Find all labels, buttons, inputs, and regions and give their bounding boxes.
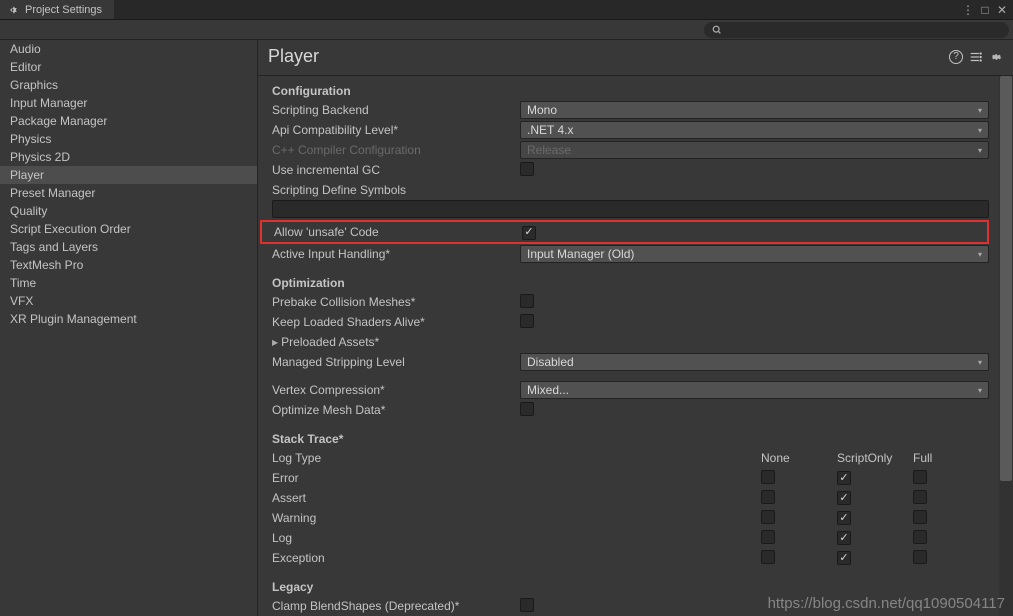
clamp-blendshapes-label: Clamp BlendShapes (Deprecated)* [272,599,520,613]
help-icon[interactable]: ? [949,50,963,64]
incremental-gc-label: Use incremental GC [272,163,520,177]
stack-none-checkbox[interactable] [761,530,775,544]
triangle-right-icon: ▶ [272,338,278,347]
stack-full-checkbox[interactable] [913,530,927,544]
allow-unsafe-checkbox[interactable] [522,226,536,240]
section-optimization: Optimization [260,272,989,292]
gear-icon[interactable] [989,50,1003,64]
chevron-down-icon: ▾ [978,146,982,155]
col-scriptonly: ScriptOnly [837,451,913,465]
vertex-comp-label: Vertex Compression* [272,383,520,397]
vertex-comp-dropdown[interactable]: Mixed...▾ [520,381,989,399]
stack-full-checkbox[interactable] [913,470,927,484]
chevron-down-icon: ▾ [978,126,982,135]
clamp-blendshapes-checkbox[interactable] [520,598,534,612]
preloaded-assets-foldout[interactable]: ▶Preloaded Assets* [272,335,520,349]
sidebar-item-vfx[interactable]: VFX [0,292,257,310]
sidebar-item-physics[interactable]: Physics [0,130,257,148]
scripting-backend-dropdown[interactable]: Mono▾ [520,101,989,119]
window-maximize-icon[interactable]: □ [978,3,992,17]
stack-row: Exception [260,548,989,568]
keep-shaders-label: Keep Loaded Shaders Alive* [272,315,520,329]
col-full: Full [913,451,989,465]
sidebar-item-input-manager[interactable]: Input Manager [0,94,257,112]
sidebar-item-package-manager[interactable]: Package Manager [0,112,257,130]
stack-full-checkbox[interactable] [913,550,927,564]
stack-none-checkbox[interactable] [761,490,775,504]
sidebar-item-script-execution[interactable]: Script Execution Order [0,220,257,238]
api-compat-dropdown[interactable]: .NET 4.x▾ [520,121,989,139]
preset-icon[interactable] [969,50,983,64]
sidebar-item-tags-layers[interactable]: Tags and Layers [0,238,257,256]
stack-scriptonly-checkbox[interactable] [837,551,851,565]
stack-scriptonly-checkbox[interactable] [837,511,851,525]
stack-row: Log [260,528,989,548]
sidebar-item-quality[interactable]: Quality [0,202,257,220]
stack-row-label: Log [272,531,761,545]
stack-scriptonly-checkbox[interactable] [837,491,851,505]
cpp-compiler-label: C++ Compiler Configuration [272,143,520,157]
chevron-down-icon: ▾ [978,250,982,259]
chevron-down-icon: ▾ [978,358,982,367]
scripting-backend-label: Scripting Backend [272,103,520,117]
sidebar-item-graphics[interactable]: Graphics [0,76,257,94]
sidebar-item-editor[interactable]: Editor [0,58,257,76]
stack-none-checkbox[interactable] [761,550,775,564]
define-symbols-input[interactable] [272,200,989,218]
incremental-gc-checkbox[interactable] [520,162,534,176]
gear-icon [8,4,20,16]
stripping-label: Managed Stripping Level [272,355,520,369]
stack-row: Assert [260,488,989,508]
stack-full-checkbox[interactable] [913,510,927,524]
allow-unsafe-label: Allow 'unsafe' Code [274,225,522,239]
optimize-mesh-label: Optimize Mesh Data* [272,403,520,417]
api-compat-label: Api Compatibility Level* [272,123,520,137]
input-handling-label: Active Input Handling* [272,247,520,261]
section-legacy: Legacy [260,576,989,596]
stack-none-checkbox[interactable] [761,510,775,524]
settings-sidebar: Audio Editor Graphics Input Manager Pack… [0,40,258,616]
prebake-label: Prebake Collision Meshes* [272,295,520,309]
window-close-icon[interactable]: ✕ [995,3,1009,17]
chevron-down-icon: ▾ [978,386,982,395]
search-input[interactable] [704,22,1009,38]
sidebar-item-xr-plugin[interactable]: XR Plugin Management [0,310,257,328]
page-title: Player [268,46,319,67]
sidebar-item-time[interactable]: Time [0,274,257,292]
keep-shaders-checkbox[interactable] [520,314,534,328]
stack-scriptonly-checkbox[interactable] [837,471,851,485]
stack-none-checkbox[interactable] [761,470,775,484]
stripping-dropdown[interactable]: Disabled▾ [520,353,989,371]
col-none: None [761,451,837,465]
watermark: https://blog.csdn.net/qq1090504117 [768,595,1005,612]
tab-label: Project Settings [25,4,102,16]
sidebar-item-physics-2d[interactable]: Physics 2D [0,148,257,166]
search-icon [712,25,722,35]
sidebar-item-preset-manager[interactable]: Preset Manager [0,184,257,202]
window-menu-icon[interactable]: ⋮ [961,3,975,17]
stack-full-checkbox[interactable] [913,490,927,504]
chevron-down-icon: ▾ [978,106,982,115]
section-configuration: Configuration [260,80,989,100]
stack-row: Warning [260,508,989,528]
stack-row-label: Warning [272,511,761,525]
stack-scriptonly-checkbox[interactable] [837,531,851,545]
define-symbols-label: Scripting Define Symbols [272,183,520,197]
optimize-mesh-checkbox[interactable] [520,402,534,416]
section-stack-trace: Stack Trace* [260,428,989,448]
stack-row: Error [260,468,989,488]
cpp-compiler-dropdown: Release▾ [520,141,989,159]
prebake-checkbox[interactable] [520,294,534,308]
logtype-label: Log Type [272,451,761,465]
stack-row-label: Error [272,471,761,485]
stack-row-label: Assert [272,491,761,505]
stack-row-label: Exception [272,551,761,565]
input-handling-dropdown[interactable]: Input Manager (Old)▾ [520,245,989,263]
sidebar-item-textmesh-pro[interactable]: TextMesh Pro [0,256,257,274]
tab-project-settings[interactable]: Project Settings [0,0,115,19]
sidebar-item-player[interactable]: Player [0,166,257,184]
sidebar-item-audio[interactable]: Audio [0,40,257,58]
